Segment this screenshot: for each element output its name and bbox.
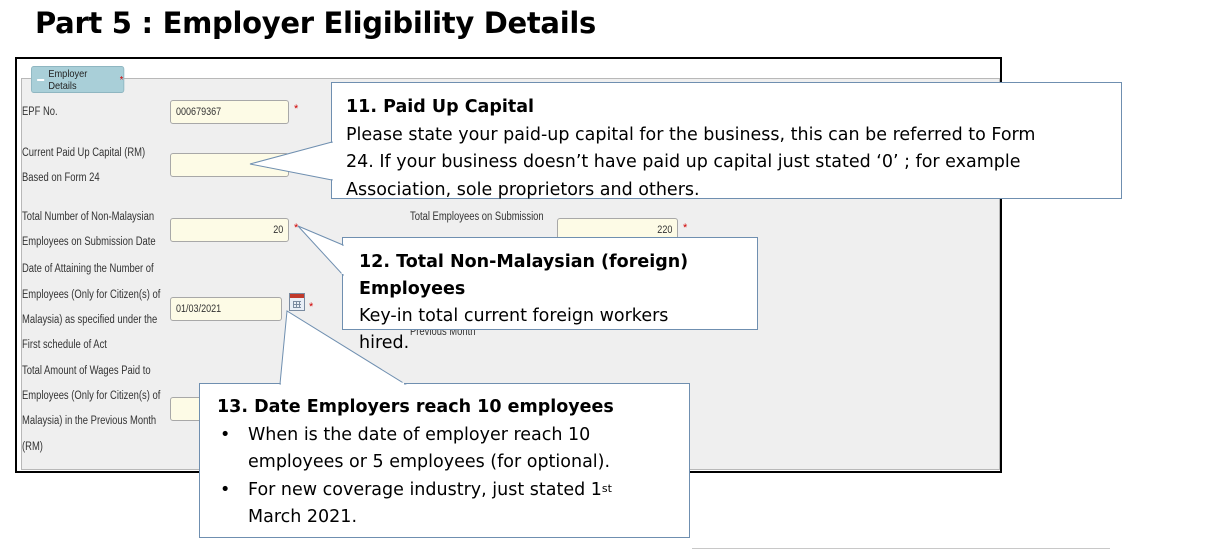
non-malaysian-required-mark: * [294, 222, 299, 234]
legend-required-mark: * [119, 73, 124, 86]
paid-up-capital-label-line1: Current Paid Up Capital (RM) [22, 147, 146, 159]
page-title: Part 5 : Employer Eligibility Details [35, 6, 596, 40]
callout-13-bullet1-line1: When is the date of employer reach 10 [248, 424, 591, 445]
calendar-icon[interactable] [289, 293, 305, 311]
collapse-icon[interactable] [37, 78, 44, 81]
date-attaining-field[interactable]: 01/03/2021 [170, 297, 282, 321]
callout-paid-up-capital: 11. Paid Up Capital Please state your pa… [331, 82, 1122, 200]
callout-11-line3: Association, sole proprietors and others… [346, 179, 700, 200]
date-attaining-required-mark: * [309, 301, 314, 313]
total-wages-label-line1: Total Amount of Wages Paid to [22, 365, 151, 377]
non-malaysian-label-line1: Total Number of Non-Malaysian [22, 211, 155, 223]
legend-employer-details-toggle[interactable]: Employer Details * [31, 66, 125, 93]
callout-13-title: 13. Date Employers reach 10 employees [217, 397, 614, 417]
callout-13-bullet1-line2: employees or 5 employees (for optional). [248, 452, 611, 472]
date-attaining-label-line1: Date of Attaining the Number of [22, 263, 154, 275]
callout-13-bullet1: When is the date of employer reach 10 em… [217, 422, 689, 477]
date-attaining-label-line3: Malaysia) as specified under the [22, 314, 158, 326]
callout-non-malaysian-employees: 12. Total Non-Malaysian (foreign) Employ… [342, 237, 758, 353]
callout-13-bullets: When is the date of employer reach 10 em… [217, 422, 689, 532]
paid-up-capital-field[interactable]: 0.00 [170, 153, 289, 177]
callout-13-bullet2-line1: For new coverage industry, just stated 1 [248, 479, 602, 500]
total-employees-label: Total Employees on Submission [410, 211, 544, 223]
date-attaining-label-line2: Employees (Only for Citizen(s) of [22, 289, 161, 301]
total-wages-label-line3: Malaysia) in the Previous Month [22, 415, 157, 427]
callout-date-employers-reach-10: 13. Date Employers reach 10 employees Wh… [199, 383, 690, 538]
callout-13-bullet2: For new coverage industry, just stated 1… [217, 477, 689, 532]
non-malaysian-value: 20 [272, 224, 283, 236]
epf-no-value: 000679367 [176, 106, 222, 118]
callout-12-line2: hired. [359, 333, 410, 353]
total-wages-label-line2: Employees (Only for Citizen(s) of [22, 390, 161, 402]
legend-label: Employer Details [48, 67, 88, 92]
callout-11-title: 11. Paid Up Capital [346, 97, 535, 117]
callout-12-title-line2: Employees [359, 279, 466, 299]
callout-11-line1: Please state your paid-up capital for th… [346, 124, 1036, 145]
callout-11-line2: 24. If your business doesn’t have paid u… [346, 152, 1021, 172]
callout-12-title-line1: 12. Total Non-Malaysian (foreign) [359, 252, 689, 272]
callout-13-bullet2-line2: March 2021. [248, 507, 358, 527]
paid-up-capital-label-line2: Based on Form 24 [22, 172, 100, 184]
non-malaysian-label-line2: Employees on Submission Date [22, 236, 156, 248]
total-employees-required-mark: * [683, 222, 688, 234]
epf-no-required-mark: * [294, 103, 299, 115]
paid-up-capital-value: 0.00 [265, 159, 283, 171]
date-attaining-label-line4: First schedule of Act [22, 339, 107, 351]
total-wages-label-line4: (RM) [22, 441, 43, 453]
non-malaysian-field[interactable]: 20 [170, 218, 289, 242]
callout-12-line1: Key-in total current foreign workers [359, 306, 669, 326]
epf-no-field[interactable]: 000679367 [170, 100, 289, 124]
date-attaining-value: 01/03/2021 [176, 303, 222, 315]
divider [692, 548, 1110, 549]
callout-13-bullet2-sup: st [601, 481, 612, 495]
epf-no-label: EPF No. [22, 106, 58, 118]
